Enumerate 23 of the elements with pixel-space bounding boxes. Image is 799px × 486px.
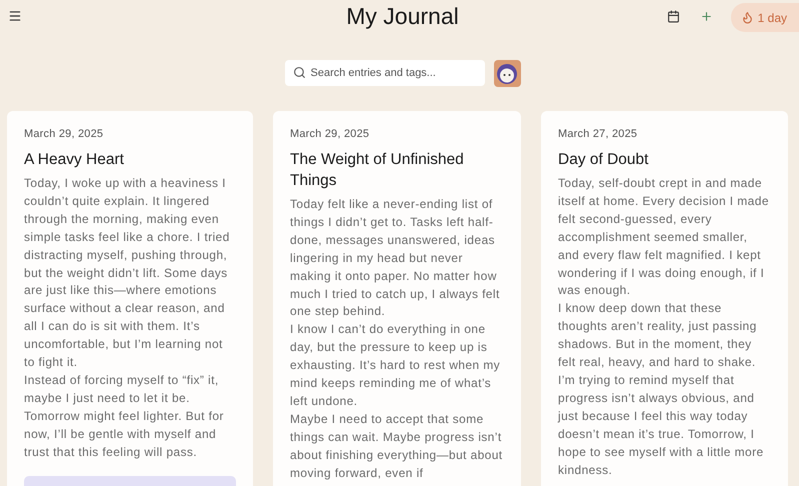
streak-button[interactable]: 1 day xyxy=(730,3,799,32)
search-field[interactable]: Search entries and tags... xyxy=(284,60,484,86)
page-title: My Journal xyxy=(346,4,459,28)
entry-title: A Heavy Heart xyxy=(24,150,125,170)
entry-text: Today, self-doubt crept in and made itself at home. Every decision I made felt second-guessed, every accomplishment seemed smaller, and every flaw felt magnified. I kept wondering if I was doing enough, if I was enough. xyxy=(558,175,770,300)
entry-text: Today, I woke up with a heaviness I couldn’t quite explain. It lingered through the morning, making even simple tasks feel like a chore. I tried distracting myself, pushing through, but the weight didn’t lift. Some days are just like this—where emotions surface without a clear reason, and all I can do is sit with them. It’s uncomfortable, but I’m learning not to fight it. xyxy=(24,175,231,372)
entry-text: Maybe I need to accept that some things can wait. Maybe progress isn’t about finishing everything—but about moving forward, even if xyxy=(290,410,504,482)
entry-title: The Weight of Unfinished Things xyxy=(290,150,465,191)
entry-date: March 27, 2025 xyxy=(558,128,638,140)
journal-entry-card[interactable] xyxy=(7,111,253,486)
entry-text: Instead of forcing myself to “fix” it, maybe I just need to let it be. Tomorrow might feel lighter. But for now, I’ll be gentle with myself and trust that this feeling will pass. xyxy=(24,372,225,461)
search-icon xyxy=(292,66,306,79)
journal-entry-card[interactable] xyxy=(273,111,521,486)
avatar-icon xyxy=(496,62,518,84)
entry-text: I know I can’t do everything in one day, but the pressure to keep up is exhausting. It’s hard to rest when my mind keeps reminding me of what’s left undone. xyxy=(290,321,502,410)
journal-entry-card[interactable] xyxy=(541,111,788,486)
entry-title: Day of Doubt xyxy=(558,150,650,170)
entry-date: March 29, 2025 xyxy=(290,128,370,140)
entry-text: Today felt like a never-ending list of things I didn’t get to. Tasks left half-done, messages unanswered, ideas lingering in my head but never making it onto paper. No matter how much I tried to catch up, I always felt one step behind. xyxy=(290,196,501,320)
entry-text: I know deep down that these thoughts aren’t reality, just passing shadows. But in the moment, they felt real, heavy, and hard to shake. I’m trying to remind myself that progress isn’t always obvious, and just because I feel this way today doesn’t mean it’s true. Tomorrow, I hope to see myself with a little more kindness. xyxy=(558,300,765,478)
entry-date: March 29, 2025 xyxy=(24,128,104,140)
flame-icon xyxy=(740,11,754,24)
avatar-button[interactable] xyxy=(494,60,520,87)
